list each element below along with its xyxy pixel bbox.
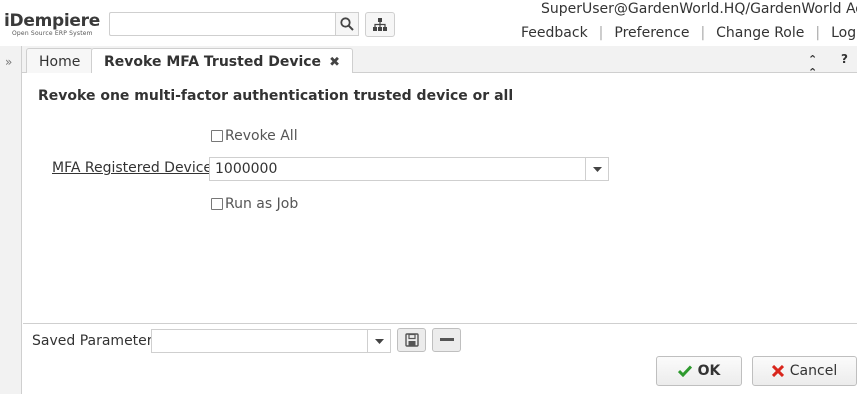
revoke-all-checkbox[interactable]: Revoke All	[211, 128, 298, 144]
feedback-link[interactable]: Feedback	[521, 25, 588, 41]
west-panel-collapsed	[0, 46, 22, 394]
expand-panel-icon[interactable]: »	[5, 55, 12, 69]
change-role-link[interactable]: Change Role	[716, 25, 804, 41]
saved-parameters-input[interactable]	[151, 329, 391, 353]
menu-tree-icon[interactable]	[365, 12, 395, 37]
search-icon[interactable]	[335, 12, 359, 36]
run-as-job-label: Run as Job	[225, 196, 299, 212]
logo-subtext: Open Source ERP System	[12, 30, 93, 37]
chevron-down-icon[interactable]	[367, 330, 390, 352]
link-separator: |	[815, 25, 821, 41]
revoke-all-label: Revoke All	[225, 128, 298, 144]
tab-revoke-mfa[interactable]: Revoke MFA Trusted Device ✖	[91, 48, 353, 74]
close-tab-icon[interactable]: ✖	[329, 55, 340, 70]
preference-link[interactable]: Preference	[614, 25, 689, 41]
revoke-all-check-box[interactable]	[211, 130, 223, 142]
saved-parameters-label: Saved Parameters	[32, 333, 160, 349]
link-separator: |	[598, 25, 604, 41]
minus-icon	[439, 338, 454, 341]
logo-text: iDempiere	[4, 11, 100, 31]
help-icon[interactable]: ?	[841, 52, 848, 66]
tab-home-label: Home	[39, 54, 81, 70]
app-logo[interactable]: iDempiere Open Source ERP System	[4, 12, 100, 37]
cancel-label: Cancel	[789, 363, 838, 379]
global-search-input[interactable]	[109, 12, 335, 36]
check-icon	[677, 365, 692, 377]
tab-revoke-label: Revoke MFA Trusted Device	[104, 54, 322, 70]
ok-button[interactable]: OK	[656, 356, 742, 386]
process-description: Revoke one multi-factor authentication t…	[38, 88, 514, 104]
link-separator: |	[700, 25, 706, 41]
logout-link[interactable]: Log Out	[831, 25, 857, 41]
run-as-job-checkbox[interactable]: Run as Job	[211, 196, 298, 212]
tab-home[interactable]: Home	[26, 48, 94, 73]
delete-parameter-button[interactable]	[432, 328, 461, 352]
mfa-device-value[interactable]: 1000000	[215, 161, 277, 177]
footer-divider	[23, 323, 857, 324]
run-as-job-check-box[interactable]	[211, 198, 223, 210]
close-icon	[771, 365, 784, 377]
ok-label: OK	[697, 363, 721, 379]
save-icon	[404, 333, 419, 347]
mfa-device-label[interactable]: MFA Registered Device	[52, 160, 212, 176]
save-parameter-button[interactable]	[397, 328, 426, 352]
chevron-down-icon[interactable]	[585, 158, 608, 180]
process-panel	[23, 73, 857, 323]
user-context: SuperUser@GardenWorld.HQ/GardenWorld Adm…	[541, 1, 857, 17]
header-links: Feedback | Preference | Change Role | Log O…	[521, 25, 857, 41]
cancel-button[interactable]: Cancel	[752, 356, 857, 386]
